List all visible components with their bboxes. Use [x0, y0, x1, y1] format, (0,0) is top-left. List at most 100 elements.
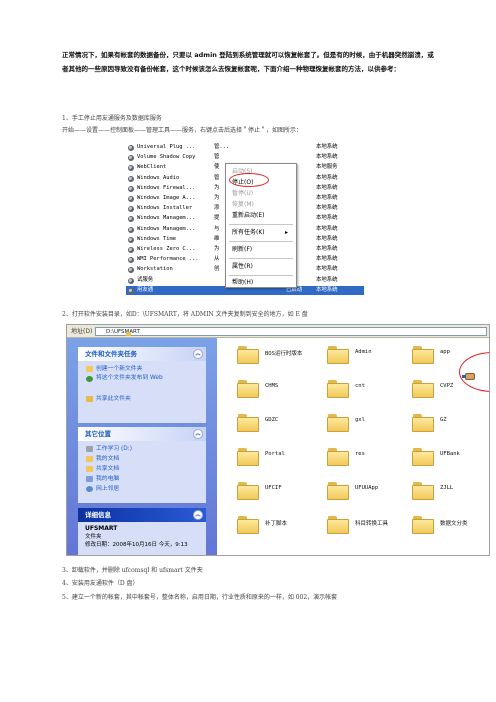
service-row[interactable]: Volume Shadow Copy 管 本地系统	[126, 153, 364, 162]
collapse-icon[interactable]: ︽	[193, 510, 203, 520]
task-pane: 文件和文件夹任务 ︽ 创建一个新文件夹 将这个文件夹发布到 Web 共享此文件夹 …	[67, 338, 217, 555]
folder-icon	[327, 482, 349, 500]
folder-name: UFBank	[440, 451, 460, 457]
address-bar: 地址(D) D:\UFSMART	[67, 325, 489, 338]
step-4: 4、安装用友通软件（D 盘）	[62, 580, 139, 587]
details-type: 文件夹	[85, 534, 102, 540]
menu-item-help[interactable]: 帮助(H)	[232, 277, 292, 288]
menu-item-resume[interactable]: 恢复(M)	[232, 199, 292, 210]
task-label: 创建一个新文件夹	[96, 366, 143, 372]
gear-icon	[128, 236, 134, 243]
folder-name: ZJLL	[440, 485, 454, 491]
folder-name: BOS运行时版本	[265, 351, 303, 357]
folder-icon	[327, 380, 349, 398]
service-logon: 本地系统	[316, 286, 338, 293]
menu-item-all-tasks[interactable]: 所有任务(K) ▸	[232, 227, 292, 238]
menu-item-pause[interactable]: 暂停(U)	[232, 188, 292, 199]
folder-icon	[412, 414, 434, 432]
file-tasks-title: 文件和文件夹任务	[85, 350, 137, 358]
service-logon: 本地系统	[316, 246, 338, 252]
gear-icon	[128, 145, 134, 151]
all-tasks-label: 所有任务(K)	[232, 229, 265, 236]
folder-item[interactable]: 科目转换工具	[327, 514, 415, 546]
collapse-icon[interactable]: ︽	[193, 349, 203, 359]
shared-folder-icon	[86, 466, 93, 472]
folder-item[interactable]: UFBank	[412, 446, 489, 478]
intro-paragraph: 正常情况下，如果有帐套的数据备份，只要以 admin 登陆到系统管理就可以恢复帐…	[62, 51, 434, 73]
other-places-header[interactable]: 其它位置 ︽	[78, 427, 206, 441]
service-description: 管...	[214, 144, 230, 150]
folder-item[interactable]: CHMS	[237, 378, 325, 410]
menu-separator	[229, 258, 293, 259]
folder-item[interactable]: gxl	[327, 412, 415, 444]
place-label: 我的电脑	[96, 476, 120, 482]
folder-name: res	[355, 451, 365, 457]
task-share-folder[interactable]: 共享此文件夹	[78, 394, 206, 404]
service-name: Windows Managem...	[137, 215, 196, 222]
gear-icon	[128, 175, 134, 182]
place-network[interactable]: 网上邻居	[78, 484, 206, 494]
service-logon: 本地系统	[316, 276, 338, 283]
folder-item[interactable]: res	[327, 446, 415, 478]
menu-separator	[229, 241, 293, 242]
file-tasks-header[interactable]: 文件和文件夹任务 ︽	[78, 347, 206, 361]
menu-separator	[229, 224, 293, 225]
folder-name: CHMS	[265, 383, 279, 389]
explorer-screenshot: 地址(D) D:\UFSMART 文件和文件夹任务 ︽ 创建一个新文件夹 将这个文…	[66, 324, 490, 556]
menu-item-refresh[interactable]: 刷新(F)	[232, 244, 292, 255]
folder-item[interactable]: CVPZ	[412, 378, 489, 410]
folder-name: 数据文分类	[440, 521, 468, 527]
folder-item[interactable]: GDZC	[237, 412, 325, 444]
service-name: Windows Managem...	[137, 225, 196, 232]
task-publish-web[interactable]: 将这个文件夹发布到 Web	[78, 374, 206, 394]
folder-item[interactable]: GZ	[412, 412, 489, 444]
folder-item[interactable]: app	[412, 344, 489, 376]
place-my-documents[interactable]: 我的文档	[78, 454, 206, 464]
menu-item-restart[interactable]: 重新启动(E)	[232, 210, 292, 221]
address-input[interactable]: D:\UFSMART	[95, 327, 487, 336]
details-title: 详细信息	[85, 511, 111, 519]
service-name: Universal Plug ...	[137, 144, 196, 150]
documents-icon	[86, 456, 93, 462]
service-logon: 本地系统	[316, 256, 338, 263]
folder-name: cnt	[355, 383, 365, 389]
other-places-panel: 其它位置 ︽ 工作学习 (D:) 我的文档 共享文档 我的电脑 网上邻居	[78, 427, 206, 503]
folder-item[interactable]: UFCIF	[237, 480, 325, 512]
drive-icon	[86, 446, 93, 452]
service-name: Windows Time	[137, 235, 176, 242]
step-3: 3、卸载软件，并删除 ufcomsql 和 ufsmart 文件夹	[62, 567, 203, 574]
folder-item[interactable]: cnt	[327, 378, 415, 410]
submenu-arrow-icon: ▸	[284, 229, 288, 236]
folder-item[interactable]: Portal	[237, 446, 325, 478]
gear-icon	[128, 287, 134, 294]
place-drive-d[interactable]: 工作学习 (D:)	[78, 444, 206, 454]
service-name: Volume Shadow Copy	[137, 154, 196, 161]
service-logon: 本地系统	[316, 215, 338, 222]
gear-icon	[128, 155, 134, 162]
collapse-icon[interactable]: ︽	[193, 429, 203, 439]
folder-name: GDZC	[265, 417, 279, 423]
folder-item[interactable]: Admin	[327, 344, 415, 376]
folder-name: gxl	[355, 417, 365, 423]
service-name: WMI Performance ...	[137, 256, 199, 263]
folder-icon	[237, 380, 259, 398]
folder-item[interactable]: ZJLL	[412, 480, 489, 512]
folder-item[interactable]: UFUUApp	[327, 480, 415, 512]
task-label: 将这个文件夹发布到 Web	[96, 375, 163, 381]
folder-item[interactable]: BOS运行时版本	[237, 344, 325, 376]
folder-item[interactable]: 补丁脚本	[237, 514, 325, 546]
task-new-folder[interactable]: 创建一个新文件夹	[78, 364, 206, 374]
folder-icon	[237, 448, 259, 466]
menu-item-properties[interactable]: 属性(R)	[232, 261, 292, 272]
service-name: 用友通	[137, 286, 154, 293]
menu-separator	[229, 275, 293, 276]
details-header[interactable]: 详细信息 ︽	[78, 508, 206, 522]
gear-icon	[128, 277, 134, 284]
folder-icon	[412, 380, 434, 398]
gear-icon	[128, 226, 134, 233]
service-row[interactable]: Universal Plug ... 管... 本地系统	[126, 143, 364, 152]
annotation-circle	[229, 173, 269, 187]
place-shared-documents[interactable]: 共享文档	[78, 464, 206, 474]
place-my-computer[interactable]: 我的电脑	[78, 474, 206, 484]
folder-item[interactable]: 数据文分类	[412, 514, 489, 546]
